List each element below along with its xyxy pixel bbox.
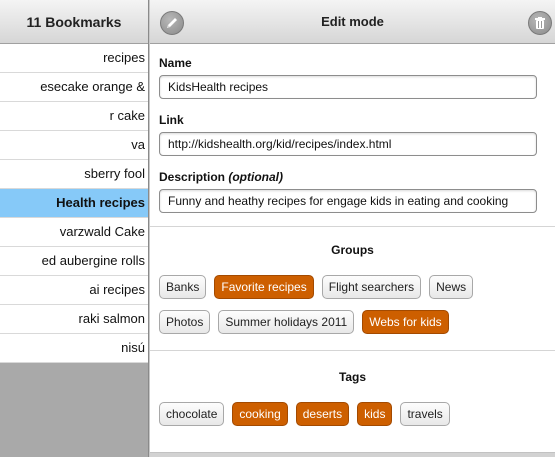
pencil-icon[interactable] xyxy=(160,11,184,35)
list-item-label: va xyxy=(131,137,145,152)
list-item[interactable]: sberry fool xyxy=(0,160,148,189)
list-item[interactable]: r cake xyxy=(0,102,148,131)
list-item-label: recipes xyxy=(103,50,145,65)
tag-chip-travels[interactable]: travels xyxy=(400,402,450,426)
group-chip-webs-for-kids[interactable]: Webs for kids xyxy=(362,310,449,334)
divider xyxy=(150,226,555,227)
name-label: Name xyxy=(159,56,192,70)
group-chip-flight-searchers[interactable]: Flight searchers xyxy=(321,275,422,299)
list-item[interactable]: esecake orange & xyxy=(0,73,148,102)
list-item[interactable]: ed aubergine rolls xyxy=(0,247,148,276)
list-item-label: Health recipes xyxy=(56,195,145,210)
bookmarks-title: 11 Bookmarks xyxy=(26,13,122,30)
list-item[interactable]: varzwald Cake xyxy=(0,218,148,247)
trash-icon[interactable] xyxy=(528,11,552,35)
link-value: http://kidshealth.org/kid/recipes/index.… xyxy=(168,137,392,151)
description-label-text: Description xyxy=(159,170,226,184)
group-chip-photos[interactable]: Photos xyxy=(159,310,211,334)
group-chip-news[interactable]: News xyxy=(429,275,474,299)
edit-panel: Edit mode Name KidsHealth recipes Link h… xyxy=(150,0,555,457)
list-item-label: varzwald Cake xyxy=(59,224,145,239)
name-value: KidsHealth recipes xyxy=(168,80,269,94)
bookmarks-panel: 11 Bookmarks recipes esecake orange & r … xyxy=(0,0,149,457)
list-item[interactable]: nisú xyxy=(0,334,148,363)
bottom-divider xyxy=(150,452,555,457)
groups-title: Groups xyxy=(331,243,374,257)
description-value: Funny and heathy recipes for engage kids… xyxy=(168,194,509,208)
group-chip-banks[interactable]: Banks xyxy=(159,275,207,299)
link-field[interactable]: http://kidshealth.org/kid/recipes/index.… xyxy=(159,132,537,156)
name-field[interactable]: KidsHealth recipes xyxy=(159,75,537,99)
list-item-selected[interactable]: Health recipes xyxy=(0,189,148,218)
tag-chip-cooking[interactable]: cooking xyxy=(232,402,288,426)
link-label: Link xyxy=(159,113,184,127)
list-item[interactable]: recipes xyxy=(0,44,148,73)
list-item-label: raki salmon xyxy=(78,311,145,326)
list-item[interactable]: va xyxy=(0,131,148,160)
group-chip-summer-holidays[interactable]: Summer holidays 2011 xyxy=(218,310,355,334)
list-item-label: r cake xyxy=(109,108,145,123)
optional-note: (optional) xyxy=(228,170,284,184)
description-label: Description (optional) xyxy=(159,170,545,184)
bookmark-form: Name KidsHealth recipes Link http://kids… xyxy=(150,44,555,213)
list-item-label: nisú xyxy=(121,340,145,355)
edit-header: Edit mode xyxy=(150,0,555,44)
tags-chips: chocolate cooking deserts kids travels xyxy=(150,402,555,426)
tag-chip-deserts[interactable]: deserts xyxy=(295,402,350,426)
tag-chip-kids[interactable]: kids xyxy=(357,402,393,426)
bookmarks-list: recipes esecake orange & r cake va sberr… xyxy=(0,44,148,363)
description-field[interactable]: Funny and heathy recipes for engage kids… xyxy=(159,189,537,213)
tags-title: Tags xyxy=(338,370,367,384)
groups-chips: Banks Favorite recipes Flight searchers … xyxy=(150,275,555,334)
list-item-label: sberry fool xyxy=(84,166,145,181)
list-item-label: esecake orange & xyxy=(40,79,145,94)
list-item-label: ai recipes xyxy=(89,282,145,297)
divider xyxy=(150,350,555,351)
page-title: Edit mode xyxy=(321,14,384,29)
list-item[interactable]: ai recipes xyxy=(0,276,148,305)
bookmarks-header: 11 Bookmarks xyxy=(0,0,148,44)
list-item[interactable]: raki salmon xyxy=(0,305,148,334)
group-chip-favorite-recipes[interactable]: Favorite recipes xyxy=(214,275,314,299)
list-item-label: ed aubergine rolls xyxy=(41,253,145,268)
tag-chip-chocolate[interactable]: chocolate xyxy=(159,402,225,426)
